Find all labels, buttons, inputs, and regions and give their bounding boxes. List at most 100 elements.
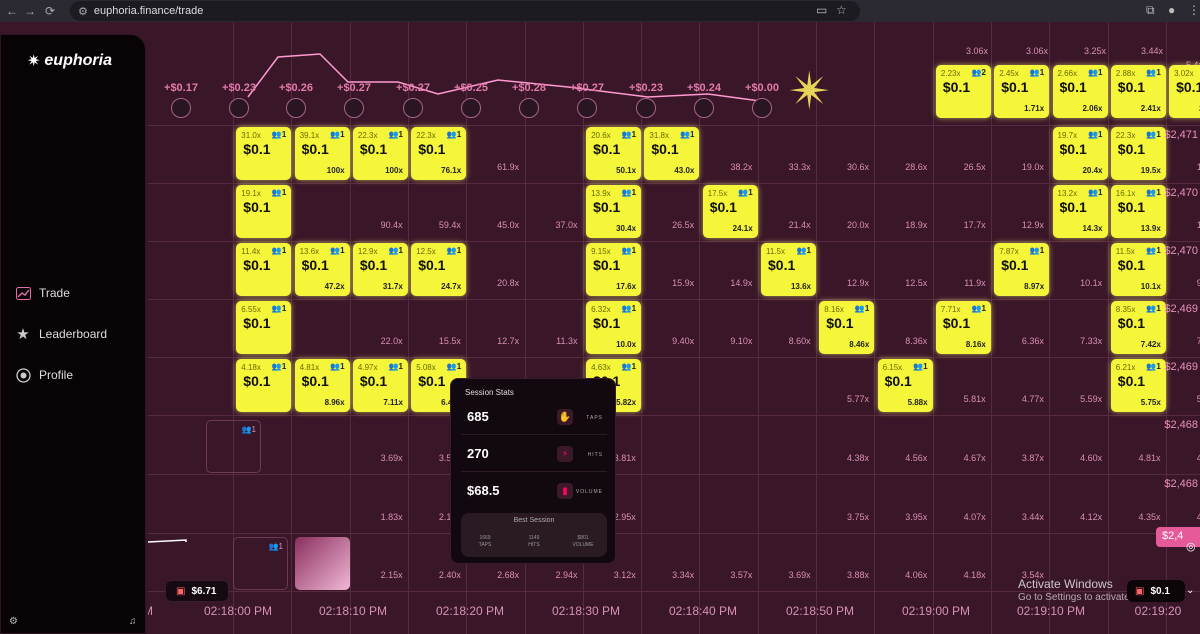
bet-size-selector[interactable]: ▣ $0.1 xyxy=(1127,580,1185,602)
bet-cell[interactable]: 6.21x 👥1 $0.1 5.75x xyxy=(1110,359,1166,412)
bet-cell[interactable]: 13.6x 👥1 $0.1 47.2x xyxy=(294,243,350,296)
empty-slot[interactable]: 👥1 xyxy=(233,537,288,590)
bet-cell[interactable]: 4.18x 👥1 $0.1 xyxy=(236,359,292,412)
multiplier-label: 12.7x xyxy=(497,336,520,346)
bet-cell[interactable]: 16.1x 👥1 $0.1 13.9x xyxy=(1110,185,1166,238)
star-icon: ★ xyxy=(16,326,30,343)
cell-value: $0.1 xyxy=(243,257,271,273)
bet-cell[interactable]: 31.8x 👥1 $0.1 43.0x xyxy=(644,127,700,180)
player-count: 👥1 xyxy=(1146,304,1161,313)
bet-cell[interactable]: 19.1x 👥1 $0.1 xyxy=(236,185,292,238)
extensions-icon[interactable]: ⧉ xyxy=(1146,3,1155,18)
cell-multiplier: 17.5x xyxy=(707,189,728,198)
cell-multiplier: 7.87x xyxy=(999,247,1019,256)
bet-cell[interactable]: 19.7x 👥1 $0.1 20.4x xyxy=(1052,127,1108,180)
bet-cell[interactable]: 13.9x 👥1 $0.1 30.4x xyxy=(586,185,642,238)
cell-value: $0.1 xyxy=(651,141,679,157)
bet-cell[interactable]: 8.16x 👥1 $0.1 8.46x xyxy=(819,301,875,354)
bet-cell[interactable]: 11.5x 👥1 $0.1 10.1x xyxy=(1110,243,1166,296)
bet-cell[interactable]: 13.2x 👥1 $0.1 14.3x xyxy=(1052,185,1108,238)
player-count: 👥1 xyxy=(330,130,345,139)
bet-cell[interactable]: 3.02x👥1$0.12.70x xyxy=(1169,65,1200,118)
nav-trade[interactable]: Trade xyxy=(15,285,70,301)
bet-cell[interactable]: 6.15x 👥1 $0.1 5.88x xyxy=(877,359,933,412)
cell-value: $0.1 xyxy=(942,79,971,95)
bet-cell[interactable]: 12.5x 👥1 $0.1 24.7x xyxy=(411,243,467,296)
bet-cell[interactable]: 2.66x 👥1 $0.1 2.06x xyxy=(1052,65,1108,118)
settings-icon[interactable]: ⚙ xyxy=(9,616,18,627)
player-count: 👥1 xyxy=(738,188,753,197)
cell-value: $0.1 xyxy=(593,141,621,157)
multiplier-label: 8.36x xyxy=(905,336,928,346)
bet-cell[interactable]: 7.87x 👥1 $0.1 8.97x xyxy=(994,243,1050,296)
reload-icon[interactable]: ⟳ xyxy=(42,4,58,18)
price-label: $2,470 xyxy=(1164,245,1198,257)
tap-hand-icon: ✋ xyxy=(557,409,573,425)
users-icon: 👥 xyxy=(446,130,457,139)
bet-cell[interactable]: 9.15x 👥1 $0.1 17.6x xyxy=(586,243,642,296)
bet-cell[interactable]: 11.5x 👥1 $0.1 13.6x xyxy=(761,243,816,296)
multiplier-label: 11.9x xyxy=(964,278,986,288)
bet-cell[interactable]: 4.97x 👥1 $0.1 7.11x xyxy=(352,359,408,412)
bet-cell[interactable]: 20.6x 👥1 $0.1 50.1x xyxy=(586,127,642,180)
bet-cell[interactable]: 2.88x 👥1 $0.1 2.41x xyxy=(1110,65,1166,118)
multiplier-label: 3.25x xyxy=(1083,46,1106,56)
install-icon[interactable]: ▭ xyxy=(816,3,827,17)
chevron-down-icon[interactable]: ⌄ xyxy=(1186,585,1194,596)
bet-cell[interactable]: 22.3x 👥1 $0.1 76.1x xyxy=(411,127,467,180)
multiplier-label: 30.6x xyxy=(846,162,869,172)
site-info-icon[interactable]: ⚙ xyxy=(78,5,88,18)
bet-cell[interactable]: 6.55x 👥1 $0.1 xyxy=(236,301,292,354)
bet-cell[interactable]: 11.4x 👥1 $0.1 xyxy=(236,243,292,296)
cell-payout: 13.6x xyxy=(790,282,811,291)
profile-avatar-icon[interactable]: ● xyxy=(1168,3,1175,17)
player-avatar xyxy=(403,98,423,118)
bet-cell[interactable]: 17.5x 👥1 $0.1 24.1x xyxy=(702,185,758,238)
bet-cell[interactable]: 7.71x 👥1 $0.1 8.16x xyxy=(935,301,991,354)
bet-cell[interactable]: 2.23x 👥2 $0.1 xyxy=(935,65,991,118)
nav-profile[interactable]: Profile xyxy=(15,367,73,383)
empty-slot[interactable]: 👥1 xyxy=(206,420,261,473)
brand-logo[interactable]: ✷ euphoria xyxy=(27,51,112,71)
bet-cell[interactable]: 22.3x 👥1 $0.1 19.5x xyxy=(1110,127,1166,180)
active-bet-cell[interactable] xyxy=(295,537,350,590)
bookmark-star-icon[interactable]: ☆ xyxy=(836,3,847,17)
price-label: $2,468 xyxy=(1164,419,1198,431)
cell-payout: 24.1x xyxy=(732,224,753,233)
player-count: 👥1 xyxy=(446,130,462,139)
address-bar[interactable]: ⚙ euphoria.finance/trade xyxy=(70,1,860,21)
back-icon[interactable]: ← xyxy=(4,4,20,18)
bet-cell[interactable]: 12.9x 👥1 $0.1 31.7x xyxy=(352,243,408,296)
cell-value: $0.1 xyxy=(243,141,271,157)
cell-payout: 13.9x xyxy=(1140,224,1161,233)
forward-icon[interactable]: → xyxy=(22,4,38,18)
cell-multiplier: 6.32x xyxy=(591,305,611,314)
users-icon: 👥 xyxy=(621,130,632,139)
menu-icon[interactable]: ⋮ xyxy=(1188,3,1200,17)
multiplier-label: 9.40x xyxy=(672,336,695,346)
multiplier-label: 59.4x xyxy=(438,220,461,230)
time-tick: 02:18:30 PM xyxy=(551,604,621,618)
wallet-balance-button[interactable]: ▣ $6.71 xyxy=(165,580,229,602)
hits-row: 270 ⚡ HITS xyxy=(461,438,607,472)
recenter-icon[interactable]: ◎ xyxy=(1186,540,1196,553)
nav-leaderboard[interactable]: ★ Leaderboard xyxy=(15,326,107,343)
volume-value: $68.5 xyxy=(467,483,500,498)
bet-cell[interactable]: 4.81x 👥1 $0.1 8.96x xyxy=(294,359,350,412)
bet-cell[interactable]: 8.35x 👥1 $0.1 7.42x xyxy=(1110,301,1166,354)
users-icon: 👥 xyxy=(388,246,399,255)
multiplier-label: 3.57x xyxy=(730,570,753,580)
multiplier-label: 28.6x xyxy=(905,162,928,172)
player-count: 👥1 xyxy=(679,130,695,139)
cell-value: $0.1 xyxy=(359,373,388,389)
bet-cell[interactable]: 6.32x 👥1 $0.1 10.0x xyxy=(586,301,642,354)
player-count: 👥1 xyxy=(1029,246,1045,255)
bet-cell[interactable]: 39.1x 👥1 $0.1 100x xyxy=(294,127,350,180)
cell-multiplier: 4.81x xyxy=(299,363,320,372)
player-count: 👥1 xyxy=(1146,362,1161,371)
bet-cell[interactable]: 2.45x 👥1 $0.1 1.71x xyxy=(994,65,1050,118)
bet-cell[interactable]: 22.3x 👥1 $0.1 100x xyxy=(352,127,408,180)
music-icon[interactable]: ♫ xyxy=(129,616,137,627)
cell-value: $0.1 xyxy=(709,199,737,215)
bet-cell[interactable]: 31.0x 👥1 $0.1 xyxy=(236,127,292,180)
